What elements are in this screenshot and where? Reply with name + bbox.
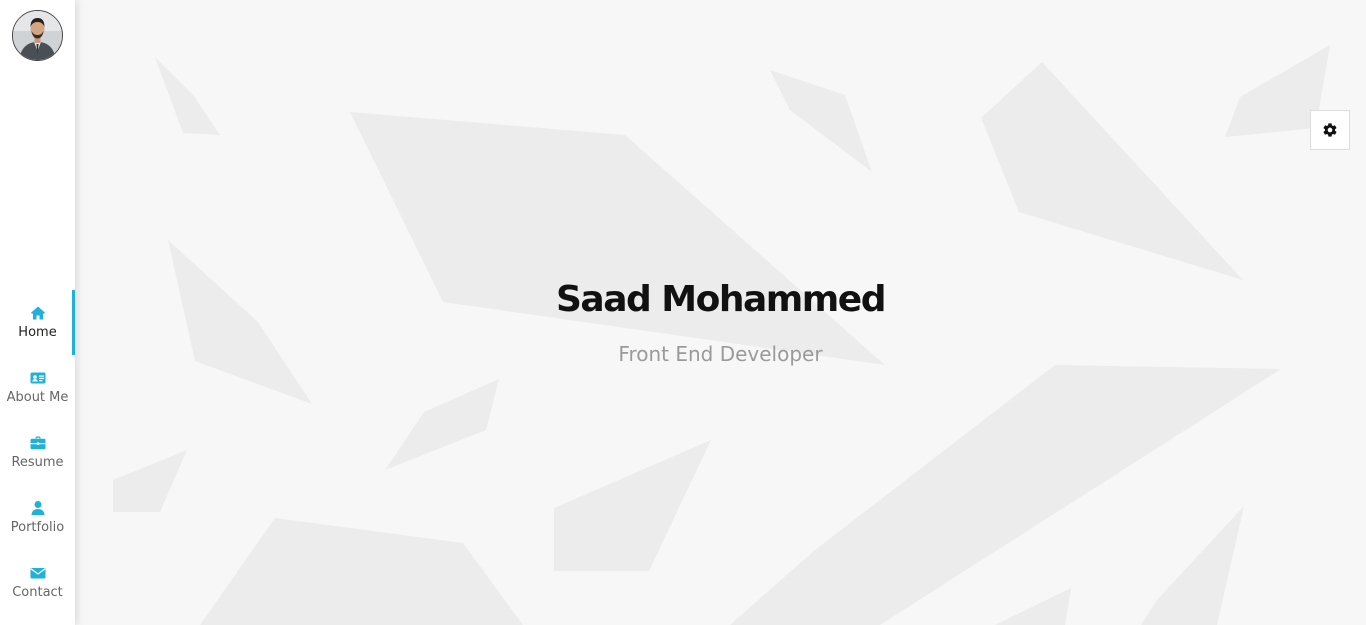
- bg-shape: [385, 379, 499, 470]
- envelope-icon: [30, 567, 45, 578]
- bg-shape: [155, 57, 220, 135]
- nav-item-portfolio[interactable]: Portfolio: [0, 485, 75, 550]
- main-nav: Home About Me Resume Portfolio Contact: [0, 290, 75, 615]
- page: Home About Me Resume Portfolio Contact S…: [0, 0, 1366, 625]
- nav-label-home: Home: [18, 324, 57, 340]
- nav-label-contact: Contact: [12, 584, 63, 600]
- home-icon: [30, 306, 45, 319]
- briefcase-icon: [30, 436, 45, 449]
- nav-item-contact[interactable]: Contact: [0, 550, 75, 615]
- bg-shape: [1141, 506, 1244, 625]
- nav-item-home[interactable]: Home: [0, 290, 75, 355]
- hero-role: Front End Developer: [618, 342, 823, 366]
- hero-section: Saad Mohammed Front End Developer: [75, 0, 1366, 625]
- avatar[interactable]: [12, 10, 63, 61]
- bg-shape: [554, 440, 711, 571]
- avatar-image: [13, 11, 62, 60]
- nav-item-about[interactable]: About Me: [0, 355, 75, 420]
- bg-shape: [995, 588, 1071, 625]
- user-icon: [31, 500, 44, 515]
- nav-label-portfolio: Portfolio: [10, 519, 65, 535]
- hero-content: Saad Mohammed Front End Developer: [75, 278, 1366, 366]
- bg-shape: [113, 450, 187, 512]
- gear-icon: [1323, 123, 1337, 137]
- bg-shape: [981, 62, 1243, 280]
- id-card-icon: [30, 372, 45, 383]
- hero-name: Saad Mohammed: [555, 279, 887, 320]
- nav-label-resume: Resume: [11, 454, 64, 470]
- nav-item-resume[interactable]: Resume: [0, 420, 75, 485]
- bg-shape: [200, 518, 523, 625]
- bg-shape: [770, 70, 872, 172]
- nav-label-about: About Me: [6, 389, 69, 405]
- sidebar: Home About Me Resume Portfolio Contact: [0, 0, 75, 625]
- settings-button[interactable]: [1310, 110, 1350, 150]
